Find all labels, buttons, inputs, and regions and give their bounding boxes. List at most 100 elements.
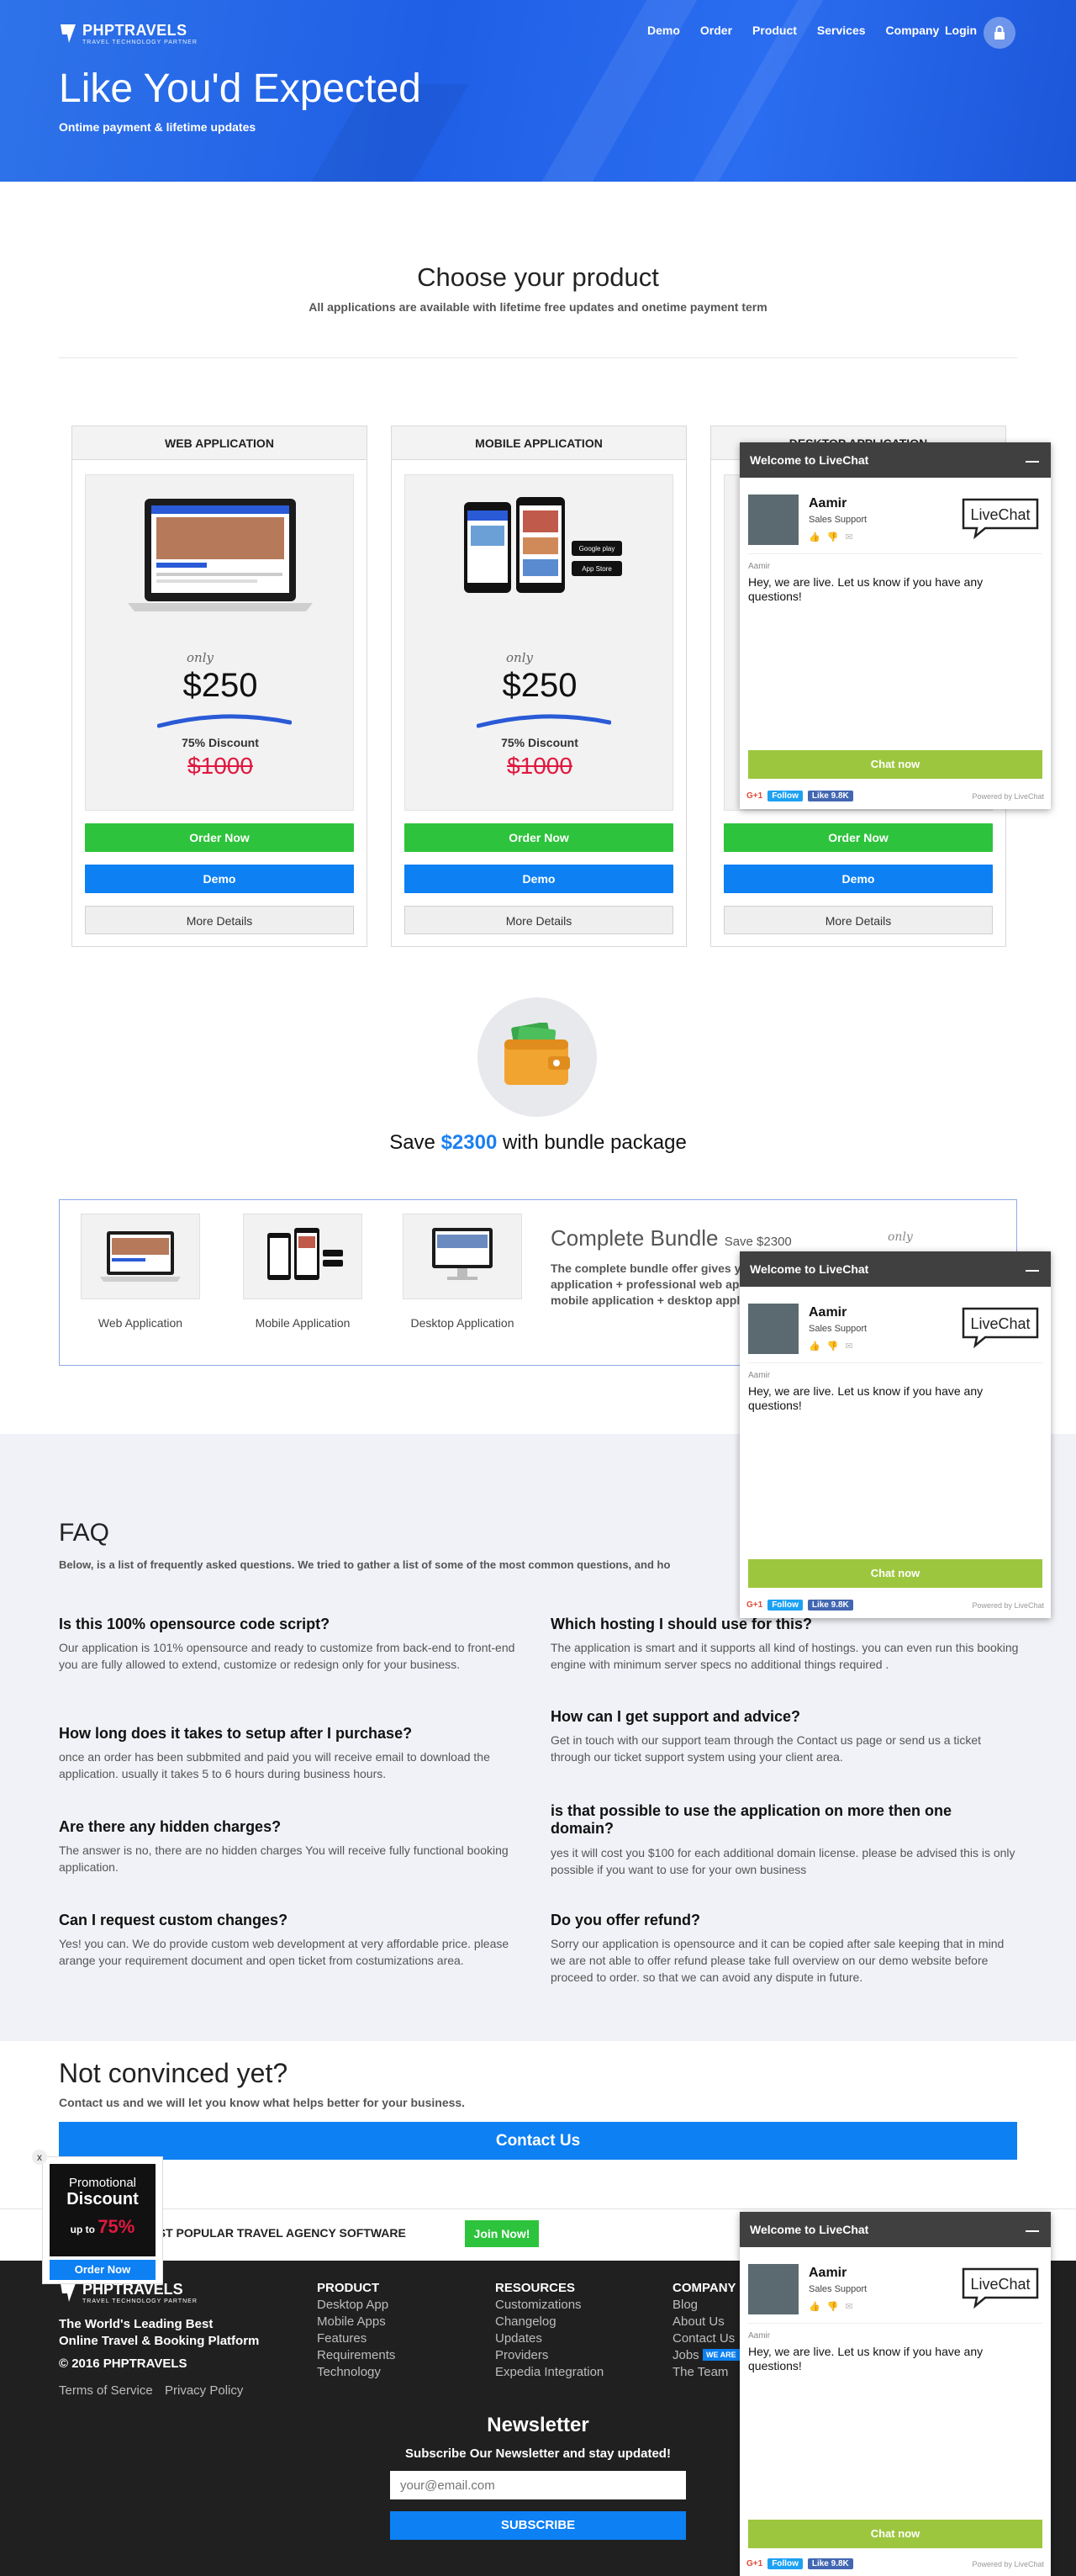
livechat-logo-text: LiveChat: [970, 2276, 1030, 2293]
divider: [748, 2323, 1042, 2324]
promo-order-button[interactable]: Order Now: [50, 2260, 156, 2280]
bundle-label-mobile: Mobile Application: [255, 1316, 351, 1330]
rating-icons[interactable]: 👍👎✉: [809, 1341, 860, 1351]
order-now-button[interactable]: Order Now: [404, 823, 673, 852]
footer-link[interactable]: Expedia Integration: [495, 2365, 604, 2379]
logo-icon: [61, 24, 76, 43]
nav-services[interactable]: Services: [817, 24, 866, 37]
contact-us-button[interactable]: Contact Us: [59, 2122, 1017, 2160]
divider: [59, 357, 1017, 358]
desktop-image: [432, 1228, 493, 1280]
footer-link[interactable]: Jobs: [672, 2348, 699, 2362]
save-prefix: Save: [389, 1131, 435, 1154]
bundle-thumb-web: [81, 1214, 200, 1299]
chat-now-button[interactable]: Chat now: [748, 1559, 1042, 1588]
footer-link[interactable]: Requirements: [317, 2348, 395, 2362]
gplus-button[interactable]: G+1: [746, 791, 762, 801]
product-card-body: Google play App Store only $250 75% Disc…: [404, 474, 673, 811]
powered-by[interactable]: Powered by LiveChat: [972, 1601, 1044, 1610]
footer-link[interactable]: Features: [317, 2331, 367, 2346]
facebook-like-button[interactable]: Like 9.8K: [807, 791, 853, 801]
nav-demo[interactable]: Demo: [647, 24, 680, 37]
promo-banner: Promotional Discount up to 75%: [50, 2164, 156, 2256]
faq-question: Are there any hidden charges?: [59, 1818, 282, 1835]
logo[interactable]: PHPTRAVELS TRAVEL TECHNOLOGY PARTNER: [59, 22, 198, 45]
footer-link[interactable]: Desktop App: [317, 2298, 388, 2312]
demo-button[interactable]: Demo: [724, 865, 993, 893]
subscribe-button[interactable]: SUBSCRIBE: [390, 2511, 686, 2540]
divider: [748, 553, 1042, 554]
more-details-button[interactable]: More Details: [724, 906, 993, 934]
nav-company[interactable]: Company: [886, 24, 940, 37]
faq-answer: once an order has been subbmited and pai…: [59, 1750, 490, 1780]
footer-link[interactable]: Providers: [495, 2348, 548, 2362]
footer-link[interactable]: Blog: [672, 2298, 698, 2312]
login-link[interactable]: Login: [945, 24, 977, 37]
livechat-title: Welcome to LiveChat: [750, 2223, 869, 2236]
powered-by[interactable]: Powered by LiveChat: [972, 792, 1044, 801]
livechat-header[interactable]: Welcome to LiveChat: [740, 1251, 1051, 1287]
footer-logo[interactable]: PHPTRAVELS TRAVEL TECHNOLOGY PARTNER: [59, 2281, 198, 2304]
livechat-logo-text: LiveChat: [970, 1315, 1030, 1332]
footer-link[interactable]: Updates: [495, 2331, 542, 2346]
terms-link[interactable]: Terms of Service: [59, 2383, 153, 2398]
minimize-icon[interactable]: [1026, 1270, 1039, 1272]
livechat-header[interactable]: Welcome to LiveChat: [740, 2212, 1051, 2247]
footer-link[interactable]: About Us: [672, 2314, 725, 2329]
discount-label: 75% Discount: [182, 736, 259, 749]
faq-answer: Yes! you can. We do provide custom web d…: [59, 1937, 509, 1967]
chat-now-button[interactable]: Chat now: [748, 2520, 1042, 2548]
footer-tagline-2: Online Travel & Booking Platform: [59, 2334, 260, 2348]
footer-link[interactable]: The Team: [672, 2365, 728, 2379]
demo-button[interactable]: Demo: [85, 865, 354, 893]
more-details-button[interactable]: More Details: [404, 906, 673, 934]
social-buttons: G+1 Follow Like 9.8K: [746, 2558, 853, 2569]
twitter-follow-button[interactable]: Follow: [767, 2558, 803, 2569]
livechat-header[interactable]: Welcome to LiveChat: [740, 442, 1051, 478]
demo-button[interactable]: Demo: [404, 865, 673, 893]
twitter-follow-button[interactable]: Follow: [767, 1600, 803, 1611]
nav-order[interactable]: Order: [700, 24, 732, 37]
twitter-follow-button[interactable]: Follow: [767, 791, 803, 801]
gplus-button[interactable]: G+1: [746, 1600, 762, 1610]
rating-icons[interactable]: 👍👎✉: [809, 2301, 860, 2312]
privacy-link[interactable]: Privacy Policy: [165, 2383, 243, 2398]
contact-title: Not convinced yet?: [59, 2058, 288, 2088]
phones-image: [267, 1228, 343, 1280]
join-now-button[interactable]: Join Now!: [465, 2220, 539, 2247]
facebook-like-button[interactable]: Like 9.8K: [807, 1600, 853, 1611]
livechat-widget[interactable]: Welcome to LiveChat Aamir Sales Support …: [740, 1251, 1051, 1618]
minimize-icon[interactable]: [1026, 461, 1039, 463]
promo-popup[interactable]: Promotional Discount up to 75% Order Now: [42, 2156, 163, 2284]
rating-icons[interactable]: 👍👎✉: [809, 532, 860, 542]
nav-product[interactable]: Product: [752, 24, 797, 37]
price: $250: [182, 667, 258, 704]
laptop-image: [128, 499, 313, 611]
livechat-widget[interactable]: Welcome to LiveChat Aamir Sales Support …: [740, 442, 1051, 809]
contact-subtitle: Contact us and we will let you know what…: [59, 2096, 466, 2109]
minimize-icon[interactable]: [1026, 2230, 1039, 2232]
footer-link[interactable]: Technology: [317, 2365, 381, 2379]
more-details-button[interactable]: More Details: [85, 906, 354, 934]
livechat-widget[interactable]: Welcome to LiveChat Aamir Sales Support …: [740, 2212, 1051, 2576]
wallet-icon: [504, 1023, 570, 1085]
order-now-button[interactable]: Order Now: [724, 823, 993, 852]
livechat-logo-text: LiveChat: [970, 506, 1030, 523]
footer-link[interactable]: Changelog: [495, 2314, 556, 2329]
powered-by[interactable]: Powered by LiveChat: [972, 2560, 1044, 2568]
swoosh-decoration: [157, 714, 292, 728]
facebook-like-button[interactable]: Like 9.8K: [807, 2558, 853, 2569]
bundle-label-desktop: Desktop Application: [410, 1316, 514, 1330]
faq-answer: The application is smart and it supports…: [551, 1641, 1019, 1671]
footer-link[interactable]: Contact Us: [672, 2331, 735, 2346]
login-button[interactable]: [984, 17, 1015, 49]
promo-close-icon[interactable]: x: [32, 2150, 47, 2165]
gplus-button[interactable]: G+1: [746, 2559, 762, 2568]
divider: [748, 1362, 1042, 1363]
footer-link[interactable]: Mobile Apps: [317, 2314, 386, 2329]
chat-now-button[interactable]: Chat now: [748, 750, 1042, 779]
order-now-button[interactable]: Order Now: [85, 823, 354, 852]
logo-icon: [61, 2283, 76, 2302]
newsletter-email-input[interactable]: [390, 2471, 686, 2499]
footer-link[interactable]: Customizations: [495, 2298, 582, 2312]
